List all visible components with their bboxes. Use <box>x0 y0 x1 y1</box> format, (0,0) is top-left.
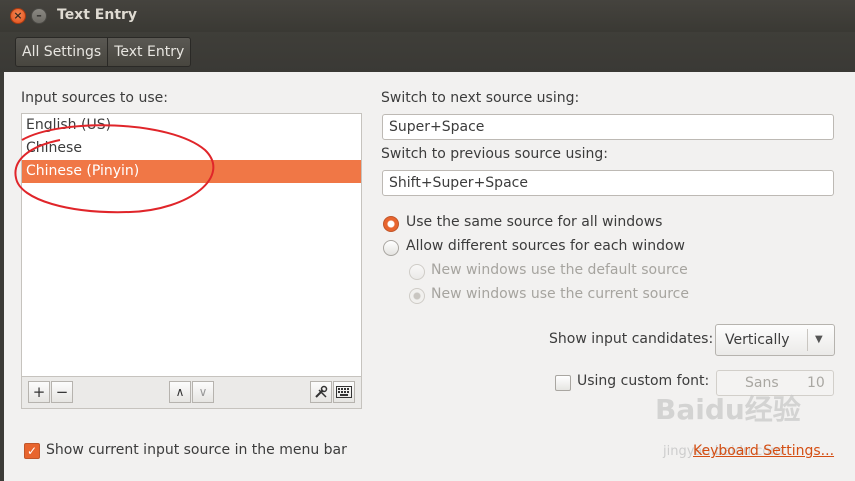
input-candidates-label: Show input candidates: <box>549 331 714 347</box>
radio-new-windows-default-label: New windows use the default source <box>431 262 688 278</box>
breadcrumb: All Settings Text Entry <box>15 37 192 67</box>
radio-new-windows-default[interactable] <box>409 264 425 280</box>
radio-same-source-label: Use the same source for all windows <box>406 214 663 230</box>
custom-font-checkbox[interactable] <box>555 375 571 391</box>
radio-different-sources[interactable] <box>383 240 399 256</box>
minimize-icon: – <box>36 9 42 22</box>
radio-new-windows-current-label: New windows use the current source <box>431 286 689 302</box>
list-item-chinese[interactable]: Chinese <box>22 137 361 160</box>
keyboard-settings-link[interactable]: Keyboard Settings... <box>693 443 834 459</box>
keyboard-layout-button[interactable] <box>333 381 355 403</box>
minimize-window-button[interactable]: – <box>31 8 47 24</box>
input-sources-heading: Input sources to use: <box>21 90 168 106</box>
show-menu-label: Show current input source in the menu ba… <box>46 442 347 458</box>
close-window-button[interactable]: × <box>10 8 26 24</box>
keyboard-icon <box>336 386 352 398</box>
input-candidates-dropdown[interactable]: Vertically ▼ <box>715 324 835 356</box>
list-item-chinese-pinyin[interactable]: Chinese (Pinyin) <box>22 160 361 183</box>
breadcrumb-text-entry[interactable]: Text Entry <box>108 38 190 66</box>
move-down-button[interactable]: ∨ <box>192 381 214 403</box>
switch-next-shortcut-field[interactable]: Super+Space <box>382 114 834 140</box>
chevron-up-icon: ∧ <box>175 385 185 399</box>
dropdown-arrow-icon: ▼ <box>815 334 823 345</box>
radio-different-sources-label: Allow different sources for each window <box>406 238 685 254</box>
minus-icon: − <box>55 383 69 401</box>
plus-icon: + <box>32 383 46 401</box>
remove-source-button[interactable]: − <box>51 381 73 403</box>
breadcrumb-all-settings[interactable]: All Settings <box>16 38 109 66</box>
input-sources-list[interactable]: English (US) Chinese Chinese (Pinyin) <box>21 113 362 377</box>
custom-font-label: Using custom font: <box>577 373 710 389</box>
baidu-watermark-logo: Baidu经验 <box>655 393 801 426</box>
preferences-button[interactable] <box>310 381 332 403</box>
dropdown-separator <box>807 329 808 351</box>
switch-prev-shortcut-field[interactable]: Shift+Super+Space <box>382 170 834 196</box>
radio-new-windows-current[interactable] <box>409 288 425 304</box>
switch-next-label: Switch to next source using: <box>381 90 580 106</box>
list-toolbar: + − ∧ ∨ <box>21 377 362 409</box>
move-up-button[interactable]: ∧ <box>169 381 191 403</box>
checkmark-icon: ✓ <box>26 444 38 458</box>
show-menu-checkbox[interactable]: ✓ <box>24 443 40 459</box>
list-item-english-us[interactable]: English (US) <box>22 114 361 137</box>
tools-icon <box>315 385 328 398</box>
input-candidates-value: Vertically <box>725 332 790 348</box>
title-bar: × – Text Entry <box>0 0 855 32</box>
font-size: 10 <box>807 375 825 391</box>
switch-prev-label: Switch to previous source using: <box>381 146 609 162</box>
window-title: Text Entry <box>57 7 138 23</box>
add-source-button[interactable]: + <box>28 381 50 403</box>
close-icon: × <box>13 9 23 22</box>
chevron-down-icon: ∨ <box>198 385 208 399</box>
radio-same-source[interactable] <box>383 216 399 232</box>
